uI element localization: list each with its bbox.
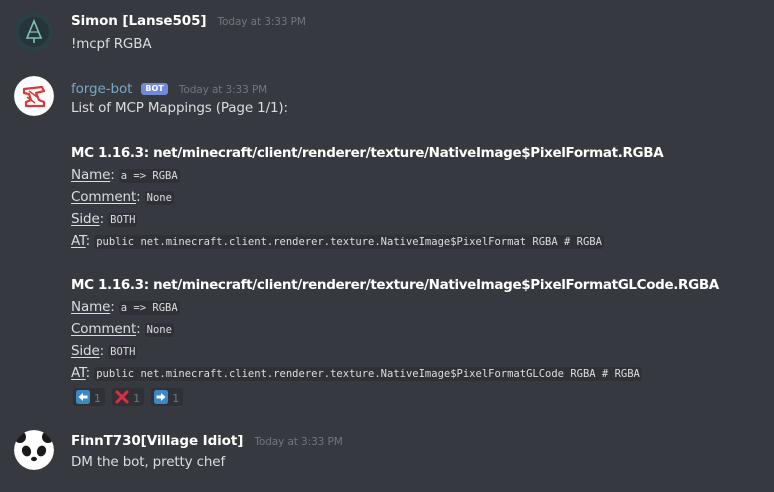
reaction-arrow-left[interactable]: 1 [73,388,105,406]
reaction-cross-mark[interactable]: 1 [112,388,145,406]
reaction-count: 1 [94,392,101,405]
mapping-comment-row: Comment: None [71,321,174,337]
username[interactable]: Simon [Lanse505] [71,13,207,29]
side-label: Side [71,211,100,227]
mapping-at-row: AT: public net.minecraft.client.renderer… [71,233,604,249]
at-label: AT [71,233,86,249]
reactions-bar: 1 1 1 [73,388,185,406]
mapping-comment-row: Comment: None [71,189,174,205]
name-value: a => RGBA [118,301,180,315]
arrow-right-icon [154,390,169,404]
anvil-logo-avatar-icon [14,76,54,116]
cross-mark-icon [115,390,129,404]
timestamp: Today at 3:33 PM [178,84,268,96]
comment-label: Comment [71,189,137,205]
panda-face-avatar-icon [14,430,54,470]
message-intro: List of MCP Mappings (Page 1/1): [71,100,288,116]
reaction-arrow-right[interactable]: 1 [151,388,184,406]
avatar-forge-bot[interactable] [14,76,54,116]
timestamp: Today at 3:33 PM [254,436,343,448]
timestamp: Today at 3:33 PM [217,16,306,28]
pine-tree-avatar-icon [14,12,54,52]
mapping-side-row: Side: BOTH [71,211,138,227]
reaction-count: 1 [172,392,180,405]
mapping-side-row: Side: BOTH [71,343,138,359]
at-value: public net.minecraft.client.renderer.tex… [94,367,642,381]
mapping-heading: MC 1.16.3: net/minecraft/client/renderer… [71,145,664,161]
name-value: a => RGBA [118,169,180,183]
side-value: BOTH [108,213,138,227]
side-value: BOTH [108,345,138,359]
avatar-simon[interactable] [14,12,54,52]
message-text: !mcpf RGBA [71,36,152,52]
bot-badge: BOT [141,83,168,95]
comment-label: Comment [71,321,137,337]
mapping-at-row: AT: public net.minecraft.client.renderer… [71,365,642,381]
username[interactable]: FinnT730[Village Idiot] [71,433,243,449]
avatar-finnt730[interactable] [14,430,54,470]
name-label: Name [71,167,111,183]
reaction-count: 1 [133,392,141,405]
message-text: DM the bot, pretty chef [71,454,226,470]
arrow-left-icon [76,390,90,404]
comment-value: None [144,191,174,205]
name-label: Name [71,299,111,315]
mapping-heading: MC 1.16.3: net/minecraft/client/renderer… [71,277,719,293]
side-label: Side [71,343,100,359]
comment-value: None [144,323,174,337]
mapping-name-row: Name: a => RGBA [71,167,180,183]
at-label: AT [71,365,86,381]
mapping-name-row: Name: a => RGBA [71,299,180,315]
at-value: public net.minecraft.client.renderer.tex… [94,235,604,249]
username[interactable]: forge-bot [71,81,132,97]
